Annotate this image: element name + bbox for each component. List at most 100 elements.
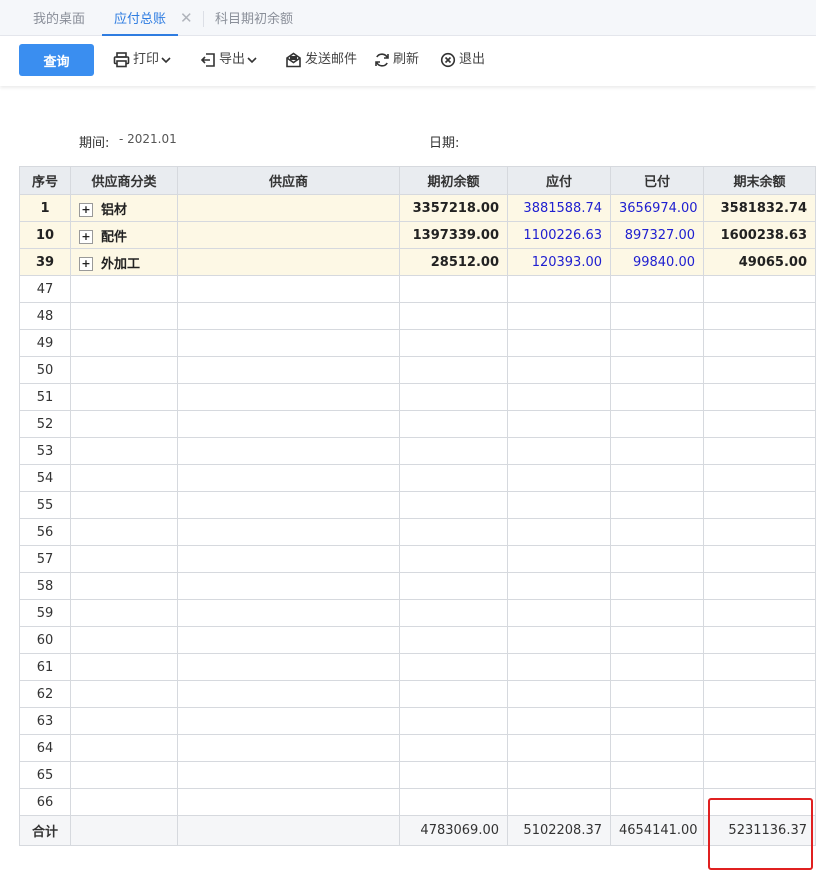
column-header[interactable]: 序号 (19, 166, 71, 195)
seq-cell: 61 (19, 653, 71, 681)
empty-cell (507, 599, 611, 627)
column-header[interactable]: 期初余额 (399, 166, 508, 195)
table-row[interactable]: 51 (19, 383, 816, 411)
column-header[interactable]: 期末余额 (703, 166, 816, 195)
table-row[interactable]: 47 (19, 275, 816, 303)
seq-cell: 53 (19, 437, 71, 465)
empty-cell (177, 788, 400, 816)
table-row[interactable]: 52 (19, 410, 816, 438)
table-row[interactable]: 59 (19, 599, 816, 627)
close-icon[interactable]: ✕ (180, 9, 193, 27)
opening-balance-cell: 28512.00 (399, 248, 508, 276)
empty-cell (177, 275, 400, 303)
payable-cell[interactable]: 1100226.63 (507, 221, 611, 249)
empty-cell (399, 464, 508, 492)
empty-cell (70, 653, 178, 681)
exit-button[interactable]: 退出 (440, 44, 485, 76)
table-row[interactable]: 39 + 外加工 28512.00 120393.00 99840.00 4906… (19, 248, 816, 276)
empty-cell (177, 680, 400, 708)
category-cell: + 外加工 (70, 248, 178, 276)
empty-cell (399, 491, 508, 519)
category-label: 铝材 (101, 202, 128, 218)
column-header[interactable]: 供应商 (177, 166, 400, 195)
empty-cell (177, 572, 400, 600)
table-row[interactable]: 63 (19, 707, 816, 735)
empty-cell (610, 302, 704, 330)
export-button[interactable]: 导出 (200, 44, 260, 76)
table-row[interactable]: 57 (19, 545, 816, 573)
empty-cell (399, 626, 508, 654)
seq-cell: 1 (19, 194, 71, 222)
table-row[interactable]: 10 + 配件 1397339.00 1100226.63 897327.00 1… (19, 221, 816, 249)
empty-cell (507, 788, 611, 816)
supplier-cell (177, 221, 400, 249)
empty-cell (70, 545, 178, 573)
table-row[interactable]: 66 (19, 788, 816, 816)
table-row[interactable]: 58 (19, 572, 816, 600)
table-row[interactable]: 61 (19, 653, 816, 681)
table-row[interactable]: 53 (19, 437, 816, 465)
tab-opening-balance[interactable]: 科目期初余额 (215, 0, 293, 36)
column-header[interactable]: 已付 (610, 166, 704, 195)
table-row[interactable]: 1 + 铝材 3357218.00 3881588.74 3656974.00 3… (19, 194, 816, 222)
seq-cell: 50 (19, 356, 71, 384)
table-row[interactable]: 65 (19, 761, 816, 789)
empty-cell (703, 437, 816, 465)
send-email-button[interactable]: 发送邮件 (285, 44, 357, 76)
tab-payable-ledger[interactable]: 应付总账 (101, 0, 179, 36)
empty-cell (399, 302, 508, 330)
table-row[interactable]: 55 (19, 491, 816, 519)
seq-cell: 54 (19, 464, 71, 492)
print-label: 打印 (133, 52, 160, 67)
seq-cell: 59 (19, 599, 71, 627)
empty-cell (703, 707, 816, 735)
empty-cell (399, 437, 508, 465)
empty-cell (610, 410, 704, 438)
payable-cell[interactable]: 3881588.74 (507, 194, 611, 222)
empty-cell (703, 383, 816, 411)
empty-cell (703, 302, 816, 330)
empty-cell (703, 410, 816, 438)
close-circle-icon (440, 52, 456, 67)
empty-cell (177, 410, 400, 438)
expand-icon[interactable]: + (79, 230, 93, 244)
table-row[interactable]: 54 (19, 464, 816, 492)
paid-cell[interactable]: 99840.00 (610, 248, 704, 276)
empty-cell (70, 329, 178, 357)
column-header[interactable]: 应付 (507, 166, 611, 195)
payable-cell[interactable]: 120393.00 (507, 248, 611, 276)
query-button[interactable]: 查询 (19, 44, 94, 76)
empty-cell (507, 734, 611, 762)
empty-cell (70, 464, 178, 492)
print-button[interactable]: 打印 (113, 44, 174, 76)
table-row[interactable]: 62 (19, 680, 816, 708)
table-row[interactable]: 49 (19, 329, 816, 357)
chevron-down-icon (247, 56, 257, 63)
expand-icon[interactable]: + (79, 203, 93, 217)
table-row[interactable]: 64 (19, 734, 816, 762)
empty-cell (610, 707, 704, 735)
total-paid-cell: 4654141.00 (610, 815, 704, 846)
empty-cell (703, 356, 816, 384)
seq-cell: 58 (19, 572, 71, 600)
empty-cell (507, 275, 611, 303)
refresh-button[interactable]: 刷新 (374, 44, 419, 76)
expand-icon[interactable]: + (79, 257, 93, 271)
column-header[interactable]: 供应商分类 (70, 166, 178, 195)
empty-cell (610, 383, 704, 411)
empty-cell (70, 734, 178, 762)
empty-cell (399, 707, 508, 735)
table-row[interactable]: 48 (19, 302, 816, 330)
empty-cell (703, 680, 816, 708)
paid-cell[interactable]: 897327.00 (610, 221, 704, 249)
empty-cell (507, 707, 611, 735)
seq-cell: 10 (19, 221, 71, 249)
mail-icon (286, 52, 301, 67)
table-row[interactable]: 60 (19, 626, 816, 654)
table-row[interactable]: 50 (19, 356, 816, 384)
paid-cell[interactable]: 3656974.00 (610, 194, 704, 222)
closing-balance-cell: 1600238.63 (703, 221, 816, 249)
tab-desktop[interactable]: 我的桌面 (33, 0, 85, 36)
empty-cell (703, 572, 816, 600)
table-row[interactable]: 56 (19, 518, 816, 546)
